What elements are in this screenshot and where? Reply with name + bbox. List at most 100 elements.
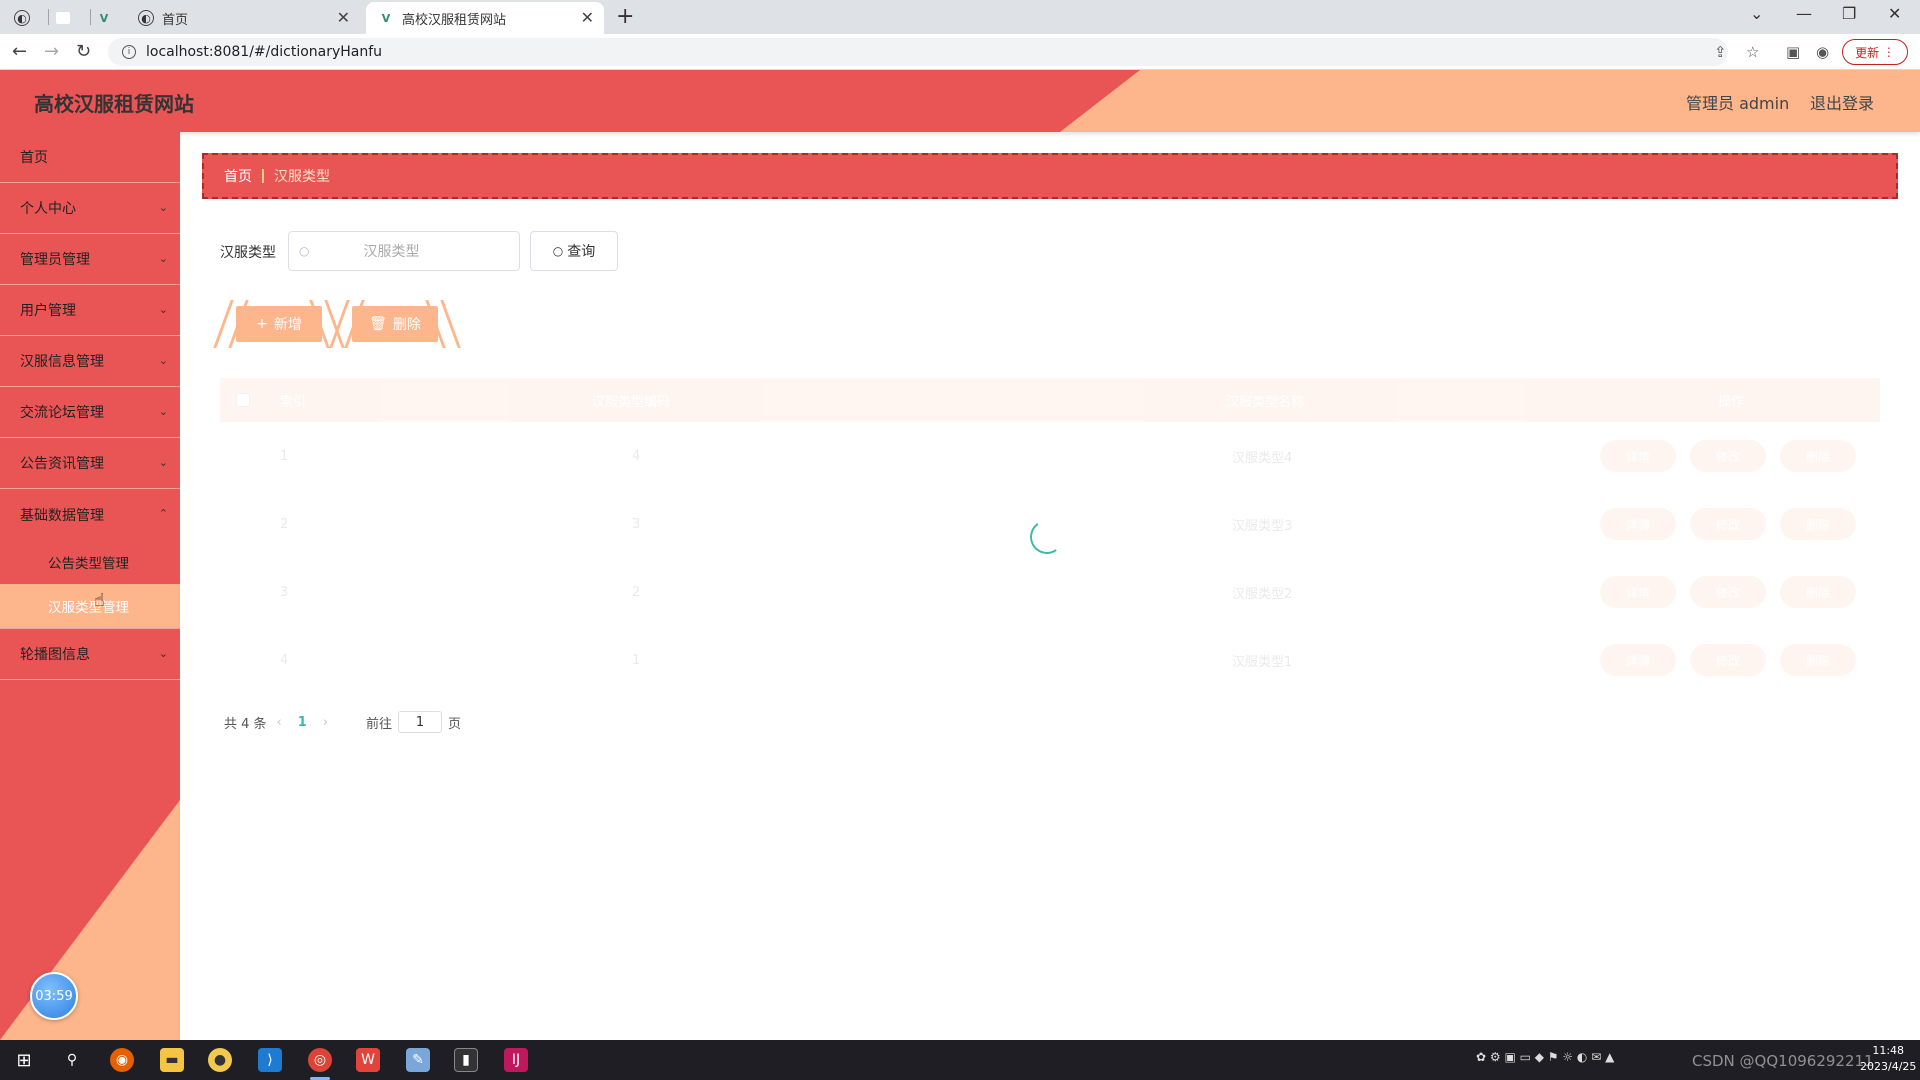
submenu: 公告类型管理 汉服类型管理 [0, 540, 180, 629]
search-placeholder: 汉服类型 [363, 244, 420, 260]
share-icon[interactable]: ⇪ [1714, 43, 1727, 61]
submenu-item-notice-type[interactable]: 公告类型管理 [0, 540, 180, 584]
chevron-down-icon[interactable]: ⌄ [1750, 4, 1763, 23]
sidebar-item-label: 首页 [20, 150, 48, 166]
cell-name: 汉服类型1 [1232, 654, 1293, 670]
windows-start-icon[interactable]: ⊞ [12, 1048, 36, 1072]
globe-icon: ◐ [138, 10, 154, 26]
close-icon[interactable]: ✕ [337, 8, 350, 27]
profile-icon[interactable]: ◉ [1816, 43, 1829, 61]
sidepanel-icon[interactable]: ▣ [1786, 43, 1800, 61]
row-delete-button[interactable]: 删除 [1780, 644, 1856, 676]
query-label: 查询 [567, 244, 596, 260]
browser-toolbar: ← → ↻ i localhost:8081/#/dictionaryHanfu… [0, 34, 1920, 70]
restore-button[interactable]: ❐ [1842, 4, 1856, 23]
timer-badge[interactable]: 03:59 [30, 972, 78, 1020]
url-text: localhost:8081/#/dictionaryHanfu [146, 44, 383, 60]
reload-icon[interactable]: ↻ [76, 41, 91, 62]
cell-code: 3 [632, 516, 641, 532]
app-icon[interactable]: ● [208, 1048, 232, 1072]
row-delete-button[interactable]: 删除 [1780, 440, 1856, 472]
delete-button[interactable]: 🗑 删除 [352, 306, 438, 342]
next-page-icon[interactable]: › [323, 715, 328, 730]
breadcrumb-home[interactable]: 首页 [224, 166, 252, 186]
cell-name: 汉服类型2 [1232, 586, 1293, 602]
notepad-icon[interactable]: ✎ [406, 1048, 430, 1072]
delete-label: 删除 [392, 317, 421, 333]
pinned-tab[interactable]: ◐ [14, 2, 44, 34]
detail-button[interactable]: 详情 [1600, 440, 1676, 472]
sidebar-item-user-management[interactable]: 用户管理 ⌄ [0, 285, 180, 336]
tab-home[interactable]: ◐ 首页 ✕ [132, 2, 360, 34]
tray-icons[interactable]: ✿ ⚙ ▣ ▭ ◆ ⚑ ☼ ◐ ✉ ▲ [1476, 1050, 1614, 1064]
terminal-icon[interactable]: ▮ [454, 1048, 478, 1072]
search-icon[interactable]: ⚲ [60, 1048, 84, 1072]
detail-button[interactable]: 详情 [1600, 644, 1676, 676]
pinned-tab[interactable]: V [96, 2, 126, 34]
row-delete-button[interactable]: 删除 [1780, 508, 1856, 540]
new-tab-button[interactable]: + [616, 4, 634, 29]
total-count: 共 4 条 [224, 716, 267, 732]
edit-button[interactable]: 修改 [1690, 576, 1766, 608]
select-all-checkbox[interactable] [236, 393, 250, 407]
back-icon[interactable]: ← [12, 41, 27, 62]
row-delete-button[interactable]: 删除 [1780, 576, 1856, 608]
edit-button[interactable]: 修改 [1690, 508, 1766, 540]
breadcrumb-separator [262, 169, 264, 183]
search-icon: ○ [299, 244, 310, 258]
sidebar-item-hanfu-info[interactable]: 汉服信息管理 ⌄ [0, 336, 180, 387]
app-header: 高校汉服租赁网站 管理员 admin 退出登录 [0, 70, 1920, 132]
info-icon[interactable]: i [122, 45, 136, 59]
submenu-item-hanfu-type[interactable]: 汉服类型管理 [0, 584, 180, 628]
sidebar-item-announcements[interactable]: 公告资讯管理 ⌄ [0, 438, 180, 489]
sidebar-item-forum[interactable]: 交流论坛管理 ⌄ [0, 387, 180, 438]
pinned-tab[interactable] [56, 2, 86, 34]
wps-icon[interactable]: W [356, 1048, 380, 1072]
sidebar-item-label: 管理员管理 [20, 252, 90, 268]
logout-link[interactable]: 退出登录 [1810, 90, 1874, 114]
goto-page-input[interactable]: 1 [398, 711, 443, 733]
sidebar-item-label: 公告资讯管理 [20, 456, 104, 472]
sidebar-item-home[interactable]: 首页 [0, 132, 180, 183]
sidebar-item-admin-management[interactable]: 管理员管理 ⌄ [0, 234, 180, 285]
current-page[interactable]: 1 [298, 715, 307, 730]
chrome-icon[interactable]: ◎ [308, 1048, 332, 1072]
table-header: 索引 汉服类型编码 汉服类型名称 操作 [220, 378, 1880, 422]
update-label: 更新 [1855, 45, 1880, 60]
minimize-button[interactable]: — [1796, 4, 1812, 23]
cell-index: 4 [280, 652, 289, 668]
search-input[interactable]: ○ 汉服类型 [288, 231, 520, 271]
vscode-icon[interactable]: ⟩ [258, 1048, 282, 1072]
clock[interactable]: 11:48 2023/4/25 [1860, 1043, 1916, 1075]
file-explorer-icon[interactable]: ▬ [160, 1048, 184, 1072]
forward-icon[interactable]: → [44, 41, 59, 62]
cell-name: 汉服类型4 [1232, 450, 1293, 466]
star-icon[interactable]: ☆ [1746, 43, 1759, 61]
clock-time: 11:48 [1872, 1044, 1905, 1057]
sidebar-item-personal-center[interactable]: 个人中心 ⌄ [0, 183, 180, 234]
prev-page-icon[interactable]: ‹ [277, 715, 282, 730]
cell-code: 4 [632, 448, 641, 464]
update-button[interactable]: 更新 ⋮ [1842, 39, 1908, 65]
submenu-label: 汉服类型管理 [48, 600, 129, 616]
firefox-icon[interactable]: ◉ [110, 1048, 134, 1072]
chevron-down-icon: ⌄ [158, 252, 168, 265]
edit-button[interactable]: 修改 [1690, 644, 1766, 676]
plus-icon: + [256, 316, 268, 332]
intellij-icon[interactable]: IJ [504, 1048, 528, 1072]
detail-button[interactable]: 详情 [1600, 576, 1676, 608]
sidebar-item-base-data[interactable]: 基础数据管理 ⌃ [0, 489, 180, 540]
detail-button[interactable]: 详情 [1600, 508, 1676, 540]
chevron-down-icon: ⌄ [158, 405, 168, 418]
edit-button[interactable]: 修改 [1690, 440, 1766, 472]
sidebar-item-carousel[interactable]: 轮播图信息 ⌄ [0, 629, 180, 680]
clock-date: 2023/4/25 [1860, 1060, 1917, 1073]
sidebar-item-label: 汉服信息管理 [20, 354, 104, 370]
close-window-button[interactable]: ✕ [1888, 4, 1901, 23]
query-button[interactable]: ○ 查询 [530, 231, 618, 271]
tab-active[interactable]: V 高校汉服租赁网站 ✕ [366, 2, 604, 34]
add-button[interactable]: + 新增 [236, 306, 322, 342]
chevron-down-icon: ⌄ [158, 647, 168, 660]
close-icon[interactable]: ✕ [581, 8, 594, 27]
address-bar[interactable]: i localhost:8081/#/dictionaryHanfu [108, 38, 1728, 66]
